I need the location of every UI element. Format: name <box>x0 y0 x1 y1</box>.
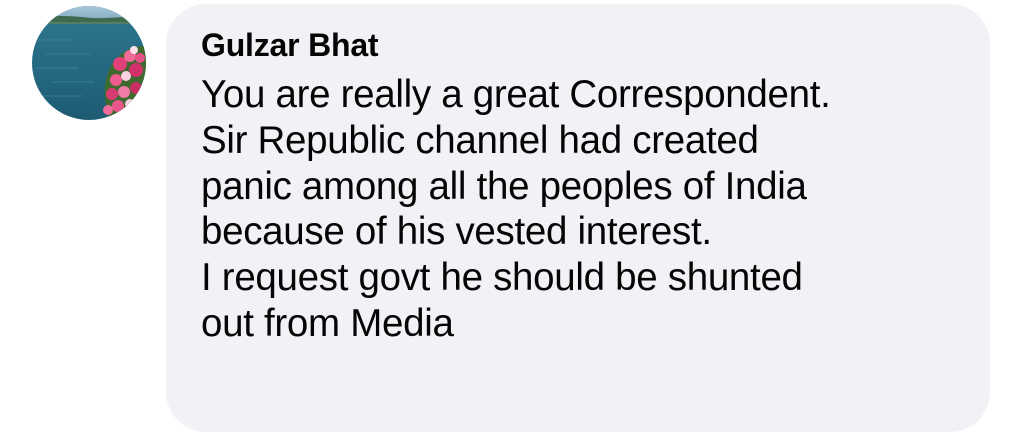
comment-text: You are really a great Correspondent. Si… <box>201 72 960 347</box>
avatar[interactable] <box>32 6 146 120</box>
comment-author[interactable]: Gulzar Bhat <box>201 26 960 64</box>
comment-text-line: because of his vested interest. <box>201 210 712 254</box>
profile-photo-icon <box>32 6 146 120</box>
comment: Gulzar Bhat You are really a great Corre… <box>0 0 1024 436</box>
comment-bubble: Gulzar Bhat You are really a great Corre… <box>166 4 990 432</box>
comment-text-line: I request govt he should be shunted <box>201 256 803 300</box>
comment-text-line: Sir Republic channel had created <box>201 118 759 162</box>
comment-text-line: You are really a great Correspondent. <box>201 73 831 116</box>
comment-text-line: panic among all the peoples of India <box>201 164 807 208</box>
comment-text-line: out from Media <box>201 301 454 345</box>
